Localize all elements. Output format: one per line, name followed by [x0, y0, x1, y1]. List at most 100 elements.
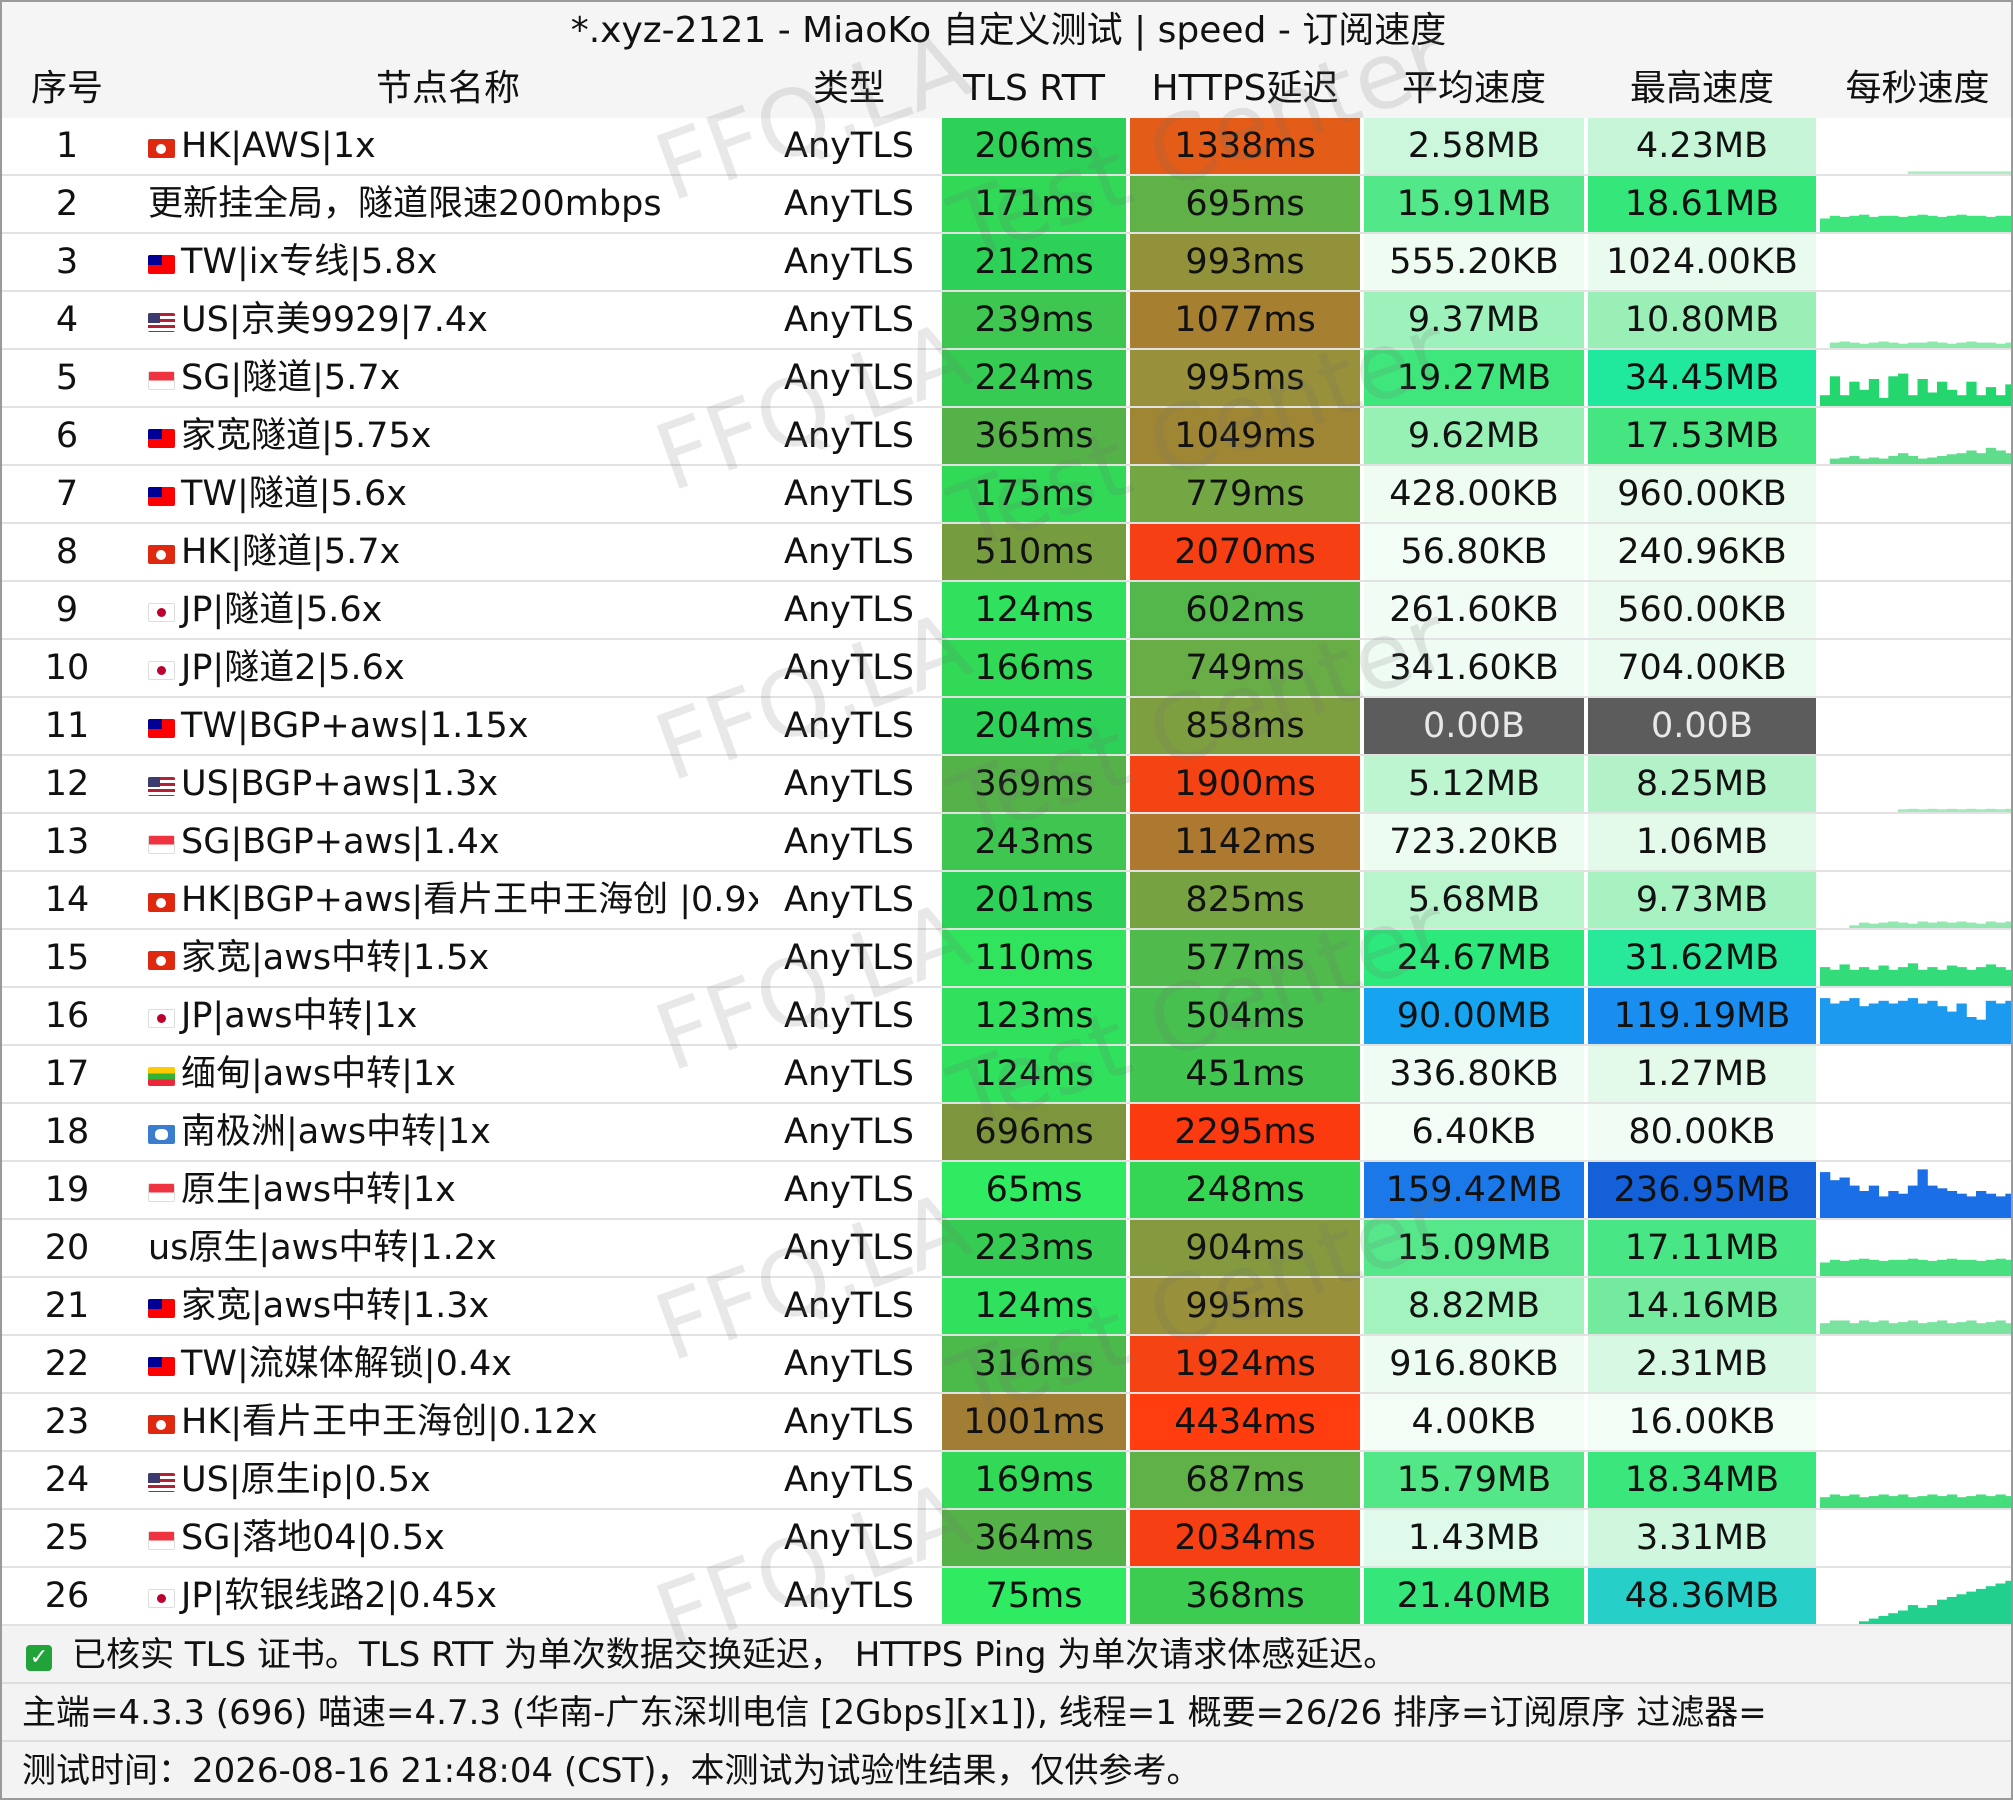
- node-type: AnyTLS: [784, 822, 914, 862]
- max-speed-cell: 2.31MB: [1588, 1336, 1816, 1392]
- header-avg-speed: 平均速度: [1401, 68, 1546, 109]
- max-speed-cell: 31.62MB: [1588, 930, 1816, 986]
- https-latency-cell: 504ms: [1130, 988, 1360, 1044]
- node-name-cell: 家宽隧道|5.75x: [148, 408, 758, 464]
- sparkline-bar: [1829, 376, 1841, 406]
- node-type: AnyTLS: [784, 1344, 914, 1384]
- footer-note-bar: ✓ 已核实 TLS 证书。TLS RTT 为单次数据交换延迟， HTTPS Pin…: [2, 1626, 2011, 1684]
- tls-rtt-cell: 171ms: [942, 176, 1126, 232]
- node-name-cell: HK|看片王中王海创|0.12x: [148, 1394, 758, 1450]
- row-index: 4: [55, 300, 79, 340]
- speed-sparkline: [1820, 988, 2011, 1044]
- tls-rtt-cell: 65ms: [942, 1162, 1126, 1218]
- sparkline-bar: [1907, 1258, 1919, 1276]
- table-row: 10 JP|隧道2|5.6x AnyTLS 166ms 749ms 341.60KB 704…: [2, 640, 2011, 698]
- row-index: 17: [44, 1054, 90, 1094]
- avg-speed-cell: 21.40MB: [1364, 1568, 1584, 1624]
- tls-rtt-cell: 124ms: [942, 1278, 1126, 1334]
- tls-rtt-cell: 369ms: [942, 756, 1126, 812]
- sparkline-bar: [1917, 1169, 1928, 1218]
- tls-rtt-cell: 110ms: [942, 930, 1126, 986]
- node-type: AnyTLS: [784, 126, 914, 166]
- tls-rtt-cell: 239ms: [942, 292, 1126, 348]
- row-index: 16: [44, 996, 90, 1036]
- node-name-cell: TW|ix专线|5.8x: [148, 234, 758, 290]
- node-name: 家宽|aws中转|1.3x: [181, 1286, 490, 1326]
- avg-speed-cell: 19.27MB: [1364, 350, 1584, 406]
- node-name-cell: US|BGP+aws|1.3x: [148, 756, 758, 812]
- row-index: 10: [44, 648, 90, 688]
- sparkline-bar: [1966, 969, 1977, 986]
- row-index: 13: [44, 822, 90, 862]
- node-name: HK|隧道|5.7x: [181, 532, 401, 572]
- sparkline-bar: [1966, 381, 1977, 406]
- sparkline-bar: [1898, 1610, 1909, 1624]
- max-speed-cell: 18.34MB: [1588, 1452, 1816, 1508]
- node-name-cell: US|原生ip|0.5x: [148, 1452, 758, 1508]
- node-name-cell: JP|软银线路2|0.45x: [148, 1568, 758, 1624]
- sparkline-bar: [1907, 1320, 1919, 1334]
- flag-jp-icon: [148, 603, 175, 622]
- row-index: 14: [44, 880, 90, 920]
- footer-time-bar: 测试时间：2026-08-16 21:48:04 (CST)，本测试为试验性结果…: [2, 1742, 2011, 1798]
- max-speed-cell: 4.23MB: [1588, 118, 1816, 174]
- sparkline-bar: [1820, 1262, 1831, 1276]
- https-latency-cell: 995ms: [1130, 350, 1360, 406]
- flag-us-icon: [148, 777, 175, 796]
- speed-sparkline: [1820, 814, 2011, 870]
- node-name-cell: 南极洲|aws中转|1x: [148, 1104, 758, 1160]
- node-name: TW|隧道|5.6x: [181, 474, 407, 514]
- speed-sparkline: [1820, 698, 2011, 754]
- max-speed-cell: 17.11MB: [1588, 1220, 1816, 1276]
- sparkline-bar: [2005, 1496, 2011, 1508]
- sparkline-bar: [1907, 1185, 1919, 1218]
- sparkline-bar: [1907, 1605, 1919, 1624]
- max-speed-cell: 80.00KB: [1588, 1104, 1816, 1160]
- sparkline-bar: [2005, 1323, 2011, 1334]
- max-speed-cell: 704.00KB: [1588, 640, 1816, 696]
- node-name-cell: 原生|aws中转|1x: [148, 1162, 758, 1218]
- sparkline-chart: [1907, 171, 2011, 174]
- tls-rtt-cell: 206ms: [942, 118, 1126, 174]
- sparkline-bar: [1995, 1583, 2006, 1624]
- sparkline-bar: [1956, 214, 1967, 232]
- check-icon: ✓: [26, 1645, 52, 1671]
- tls-rtt-cell: 316ms: [942, 1336, 1126, 1392]
- sparkline-bar: [1966, 1591, 1977, 1624]
- table-row: 15 家宽|aws中转|1.5x AnyTLS 110ms 577ms 24.67MB 31…: [2, 930, 2011, 988]
- node-name-cell: JP|隧道2|5.6x: [148, 640, 758, 696]
- row-index: 7: [55, 474, 79, 514]
- sparkline-bar: [1985, 1322, 1997, 1334]
- max-speed-cell: 48.36MB: [1588, 1568, 1816, 1624]
- tls-rtt-cell: 243ms: [942, 814, 1126, 870]
- header-tls-rtt: TLS RTT: [962, 68, 1106, 109]
- sparkline-bar: [1976, 1260, 1987, 1276]
- https-latency-cell: 4434ms: [1130, 1394, 1360, 1450]
- node-type: AnyTLS: [784, 242, 914, 282]
- sparkline-bar: [1868, 1003, 1880, 1044]
- sparkline-bar: [1888, 455, 1899, 464]
- tls-rtt-cell: 365ms: [942, 408, 1126, 464]
- sparkline-bar: [1839, 1177, 1850, 1218]
- node-name: us原生|aws中转|1.2x: [148, 1228, 497, 1268]
- sparkline-bar: [2005, 1000, 2011, 1044]
- tls-rtt-cell: 224ms: [942, 350, 1126, 406]
- sparkline-bar: [1898, 1494, 1909, 1508]
- node-name: 更新挂全局，隧道限速200mbps: [148, 184, 662, 224]
- sparkline-bar: [1849, 1185, 1860, 1218]
- flag-tw-icon: [148, 719, 175, 738]
- tls-rtt-cell: 696ms: [942, 1104, 1126, 1160]
- avg-speed-cell: 159.42MB: [1364, 1162, 1584, 1218]
- table-row: 19 原生|aws中转|1x AnyTLS 65ms 248ms 159.42MB 236.…: [2, 1162, 2011, 1220]
- speed-sparkline: [1820, 640, 2011, 696]
- sparkline-bar: [2005, 969, 2011, 986]
- speed-sparkline: [1820, 1220, 2011, 1276]
- node-type: AnyTLS: [784, 1112, 914, 1152]
- speed-sparkline: [1820, 408, 2011, 464]
- sparkline-bar: [1917, 214, 1928, 232]
- avg-speed-cell: 15.79MB: [1364, 1452, 1584, 1508]
- sparkline-bar: [1946, 1011, 1958, 1044]
- speed-sparkline: [1820, 872, 2011, 928]
- node-type: AnyTLS: [784, 880, 914, 920]
- sparkline-bar: [1839, 1000, 1850, 1044]
